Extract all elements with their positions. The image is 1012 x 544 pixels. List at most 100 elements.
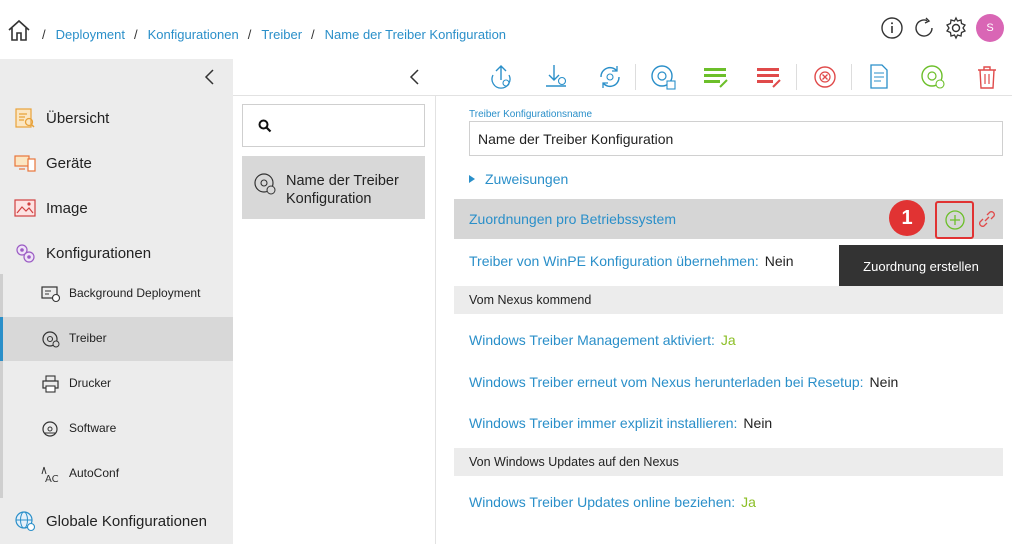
- link-icon[interactable]: [975, 207, 999, 231]
- list-delete-icon[interactable]: [755, 63, 783, 91]
- collapse-list-icon[interactable]: [405, 67, 425, 87]
- svg-text:AC: AC: [45, 474, 59, 483]
- setting-value: Nein: [743, 415, 773, 431]
- configurations-icon: [13, 241, 37, 265]
- toolbar-separator: [796, 64, 797, 90]
- search-input[interactable]: [242, 104, 425, 147]
- autoconf-icon: AC: [41, 465, 61, 483]
- sub-item-autoconf[interactable]: AC AutoConf: [0, 452, 233, 496]
- breadcrumb-deployment[interactable]: Deployment: [56, 27, 125, 42]
- sub-item-drucker[interactable]: Drucker: [0, 362, 233, 406]
- nexus-heading: Vom Nexus kommend: [454, 286, 1003, 314]
- disk-icon[interactable]: [649, 63, 677, 91]
- updates-row: Windows Treiber Updates online beziehen:…: [469, 494, 756, 510]
- nav-item-label: Konfigurationen: [46, 244, 152, 262]
- setting-row: Windows Treiber erneut vom Nexus herunte…: [469, 374, 898, 390]
- config-name-field[interactable]: Name der Treiber Konfiguration: [469, 121, 1003, 156]
- sub-item-background-deployment[interactable]: Background Deployment: [0, 272, 233, 316]
- document-icon[interactable]: [865, 63, 893, 91]
- breadcrumb-treiber[interactable]: Treiber: [261, 27, 302, 42]
- refresh-icon[interactable]: [912, 16, 936, 40]
- setting-label[interactable]: Windows Treiber Management aktiviert:: [469, 332, 715, 348]
- assignments-label: Zuweisungen: [485, 171, 569, 187]
- setting-row: Windows Treiber Management aktiviert: Ja: [469, 332, 736, 348]
- os-assignments-label[interactable]: Zuordnungen pro Betriebssystem: [469, 211, 676, 227]
- gear-icon[interactable]: [944, 16, 968, 40]
- winpe-label[interactable]: Treiber von WinPE Konfiguration übernehm…: [469, 253, 759, 269]
- devices-icon: [13, 151, 37, 175]
- breadcrumb-separator: /: [247, 27, 252, 42]
- nav-item-label: Geräte: [46, 154, 92, 172]
- collapse-nav-icon[interactable]: [200, 67, 220, 87]
- sub-item-label: Software: [69, 421, 117, 435]
- action-toolbar: [233, 59, 1012, 96]
- setting-row: Windows Treiber immer explizit installie…: [469, 415, 772, 431]
- disk-settings-icon[interactable]: [919, 63, 947, 91]
- cancel-icon[interactable]: [811, 63, 839, 91]
- updates-label[interactable]: Windows Treiber Updates online beziehen:: [469, 494, 735, 510]
- home-icon[interactable]: [7, 19, 31, 43]
- tooltip: Zuordnung erstellen: [839, 245, 1003, 287]
- upload-icon[interactable]: [487, 63, 515, 91]
- assignments-expander[interactable]: Zuweisungen: [469, 171, 568, 187]
- nav-item-image[interactable]: Image: [0, 186, 233, 230]
- updates-value: Ja: [741, 494, 756, 510]
- configuration-list: Name der Treiber Konfiguration: [233, 96, 436, 544]
- plus-circle-icon: [945, 210, 965, 230]
- detail-panel: Treiber Konfigurationsname Name der Trei…: [437, 96, 1012, 544]
- setting-label[interactable]: Windows Treiber erneut vom Nexus herunte…: [469, 374, 864, 390]
- add-assignment-button[interactable]: [935, 201, 974, 239]
- nexus-heading-label: Vom Nexus kommend: [469, 293, 592, 307]
- breadcrumb-current[interactable]: Name der Treiber Konfiguration: [325, 27, 506, 42]
- updates-heading-label: Von Windows Updates auf den Nexus: [469, 455, 679, 469]
- driver-icon: [41, 330, 61, 348]
- user-avatar[interactable]: S: [976, 14, 1004, 42]
- header-actions: S: [880, 14, 1004, 42]
- list-item[interactable]: Name der Treiber Konfiguration: [242, 156, 425, 219]
- sub-item-treiber[interactable]: Treiber: [0, 317, 233, 361]
- driver-icon: [253, 172, 277, 196]
- sub-item-label: AutoConf: [69, 466, 120, 480]
- nav-item-uebersicht[interactable]: Übersicht: [0, 96, 233, 140]
- breadcrumb: / Deployment / Konfigurationen / Treiber…: [42, 27, 515, 42]
- winpe-row: Treiber von WinPE Konfiguration übernehm…: [469, 253, 794, 269]
- sub-item-label: Drucker: [69, 376, 112, 390]
- printer-icon: [41, 375, 61, 393]
- download-icon[interactable]: [542, 63, 570, 91]
- sub-item-label: Background Deployment: [69, 286, 201, 300]
- setting-value: Ja: [720, 332, 736, 348]
- breadcrumb-separator: /: [42, 27, 46, 42]
- nav-item-label: Image: [46, 199, 88, 217]
- breadcrumb-konfigurationen[interactable]: Konfigurationen: [148, 27, 239, 42]
- globe-icon: [13, 509, 37, 533]
- list-item-label: Name der Treiber Konfiguration: [286, 173, 399, 207]
- left-navigation: Übersicht Geräte Image Konfigurationen B…: [0, 59, 233, 544]
- toolbar-separator: [851, 64, 852, 90]
- breadcrumb-separator: /: [311, 27, 315, 42]
- toolbar-separator: [635, 64, 636, 90]
- search-icon: [258, 119, 272, 133]
- info-icon[interactable]: [880, 16, 904, 40]
- background-deployment-icon: [41, 285, 61, 303]
- winpe-value: Nein: [764, 253, 794, 269]
- sub-item-software[interactable]: Software: [0, 407, 233, 451]
- nav-item-label: Globale Konfigurationen: [46, 512, 207, 530]
- top-header: / Deployment / Konfigurationen / Treiber…: [0, 0, 1012, 59]
- sync-icon[interactable]: [596, 63, 624, 91]
- trash-icon[interactable]: [973, 63, 1001, 91]
- nav-item-geraete[interactable]: Geräte: [0, 141, 233, 185]
- overview-icon: [13, 106, 37, 130]
- breadcrumb-separator: /: [134, 27, 138, 42]
- software-icon: [41, 420, 61, 438]
- setting-value: Nein: [869, 374, 899, 390]
- step-badge: 1: [889, 200, 925, 236]
- updates-heading: Von Windows Updates auf den Nexus: [454, 448, 1003, 476]
- image-icon: [13, 196, 37, 220]
- setting-label[interactable]: Windows Treiber immer explizit installie…: [469, 415, 737, 431]
- sub-item-label: Treiber: [69, 331, 107, 345]
- nav-item-konfigurationen[interactable]: Konfigurationen: [0, 231, 233, 275]
- nav-item-label: Übersicht: [46, 109, 110, 127]
- nav-item-globale-konfigurationen[interactable]: Globale Konfigurationen: [0, 499, 233, 543]
- config-name-label: Treiber Konfigurationsname: [469, 109, 593, 120]
- list-edit-icon[interactable]: [702, 63, 730, 91]
